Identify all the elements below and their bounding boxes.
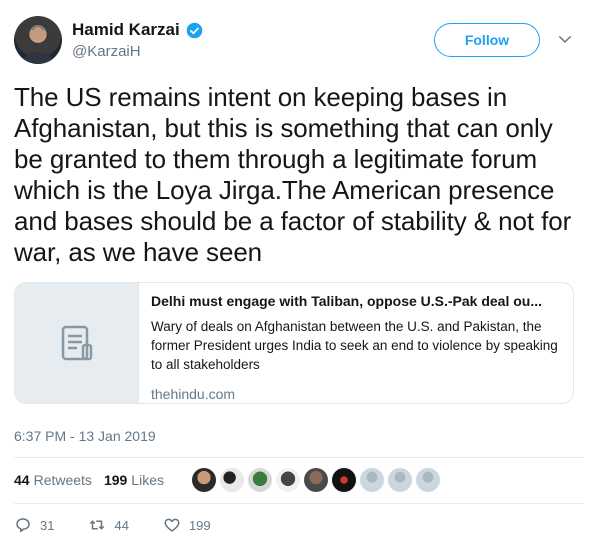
card-domain: thehindu.com <box>151 386 236 402</box>
card-description: Wary of deals on Afghanistan between the… <box>151 319 558 372</box>
divider-top <box>14 457 584 458</box>
tweet-text: The US remains intent on keeping bases i… <box>14 82 572 267</box>
tweet-timestamp[interactable]: 6:37 PM - 13 Jan 2019 <box>14 428 156 444</box>
liker-avatar[interactable] <box>247 468 272 492</box>
liker-avatar[interactable] <box>415 468 440 492</box>
liker-avatar[interactable] <box>359 468 384 492</box>
reply-count: 31 <box>40 517 55 533</box>
engagement-stats: 44 Retweets 199 Likes <box>14 462 440 498</box>
card-title: Delhi must engage with Taliban, oppose U… <box>151 293 543 309</box>
retweets-stat[interactable]: 44 Retweets <box>14 472 92 488</box>
link-card[interactable]: Delhi must engage with Taliban, oppose U… <box>14 282 574 404</box>
avatar[interactable] <box>14 16 62 64</box>
liker-avatar[interactable] <box>275 468 300 492</box>
liker-avatars <box>191 468 440 492</box>
card-body: Delhi must engage with Taliban, oppose U… <box>139 283 573 403</box>
reply-icon <box>16 518 30 533</box>
article-icon <box>61 325 92 361</box>
retweet-button[interactable]: 44 <box>88 516 129 534</box>
like-count: 199 <box>188 517 211 533</box>
likes-stat[interactable]: 199 Likes <box>104 472 164 488</box>
like-button[interactable]: 199 <box>163 516 211 534</box>
liker-avatar[interactable] <box>303 468 328 492</box>
retweets-stat-label: Retweets <box>33 472 92 488</box>
display-name[interactable]: Hamid Karzai <box>72 20 180 40</box>
likes-stat-label: Likes <box>131 472 164 488</box>
liker-avatar[interactable] <box>191 468 216 492</box>
tweet-header: Hamid Karzai @KarzaiH Follow <box>14 16 584 68</box>
tweet-actions: 31 44 199 <box>14 516 245 534</box>
retweet-count: 44 <box>114 517 129 533</box>
heart-icon <box>164 518 180 532</box>
card-thumbnail <box>15 283 139 403</box>
divider-bottom <box>14 503 584 504</box>
liker-avatar[interactable] <box>331 468 356 492</box>
follow-button[interactable]: Follow <box>434 23 540 57</box>
liker-avatar[interactable] <box>219 468 244 492</box>
retweet-icon <box>90 520 105 530</box>
chevron-down-icon[interactable] <box>556 30 574 48</box>
retweets-stat-count: 44 <box>14 472 30 488</box>
name-row: Hamid Karzai <box>72 20 203 40</box>
reply-button[interactable]: 31 <box>14 516 54 534</box>
user-handle[interactable]: @KarzaiH <box>72 43 141 60</box>
verified-badge-icon <box>186 22 202 38</box>
likes-stat-count: 199 <box>103 472 128 488</box>
liker-avatar[interactable] <box>387 468 412 492</box>
